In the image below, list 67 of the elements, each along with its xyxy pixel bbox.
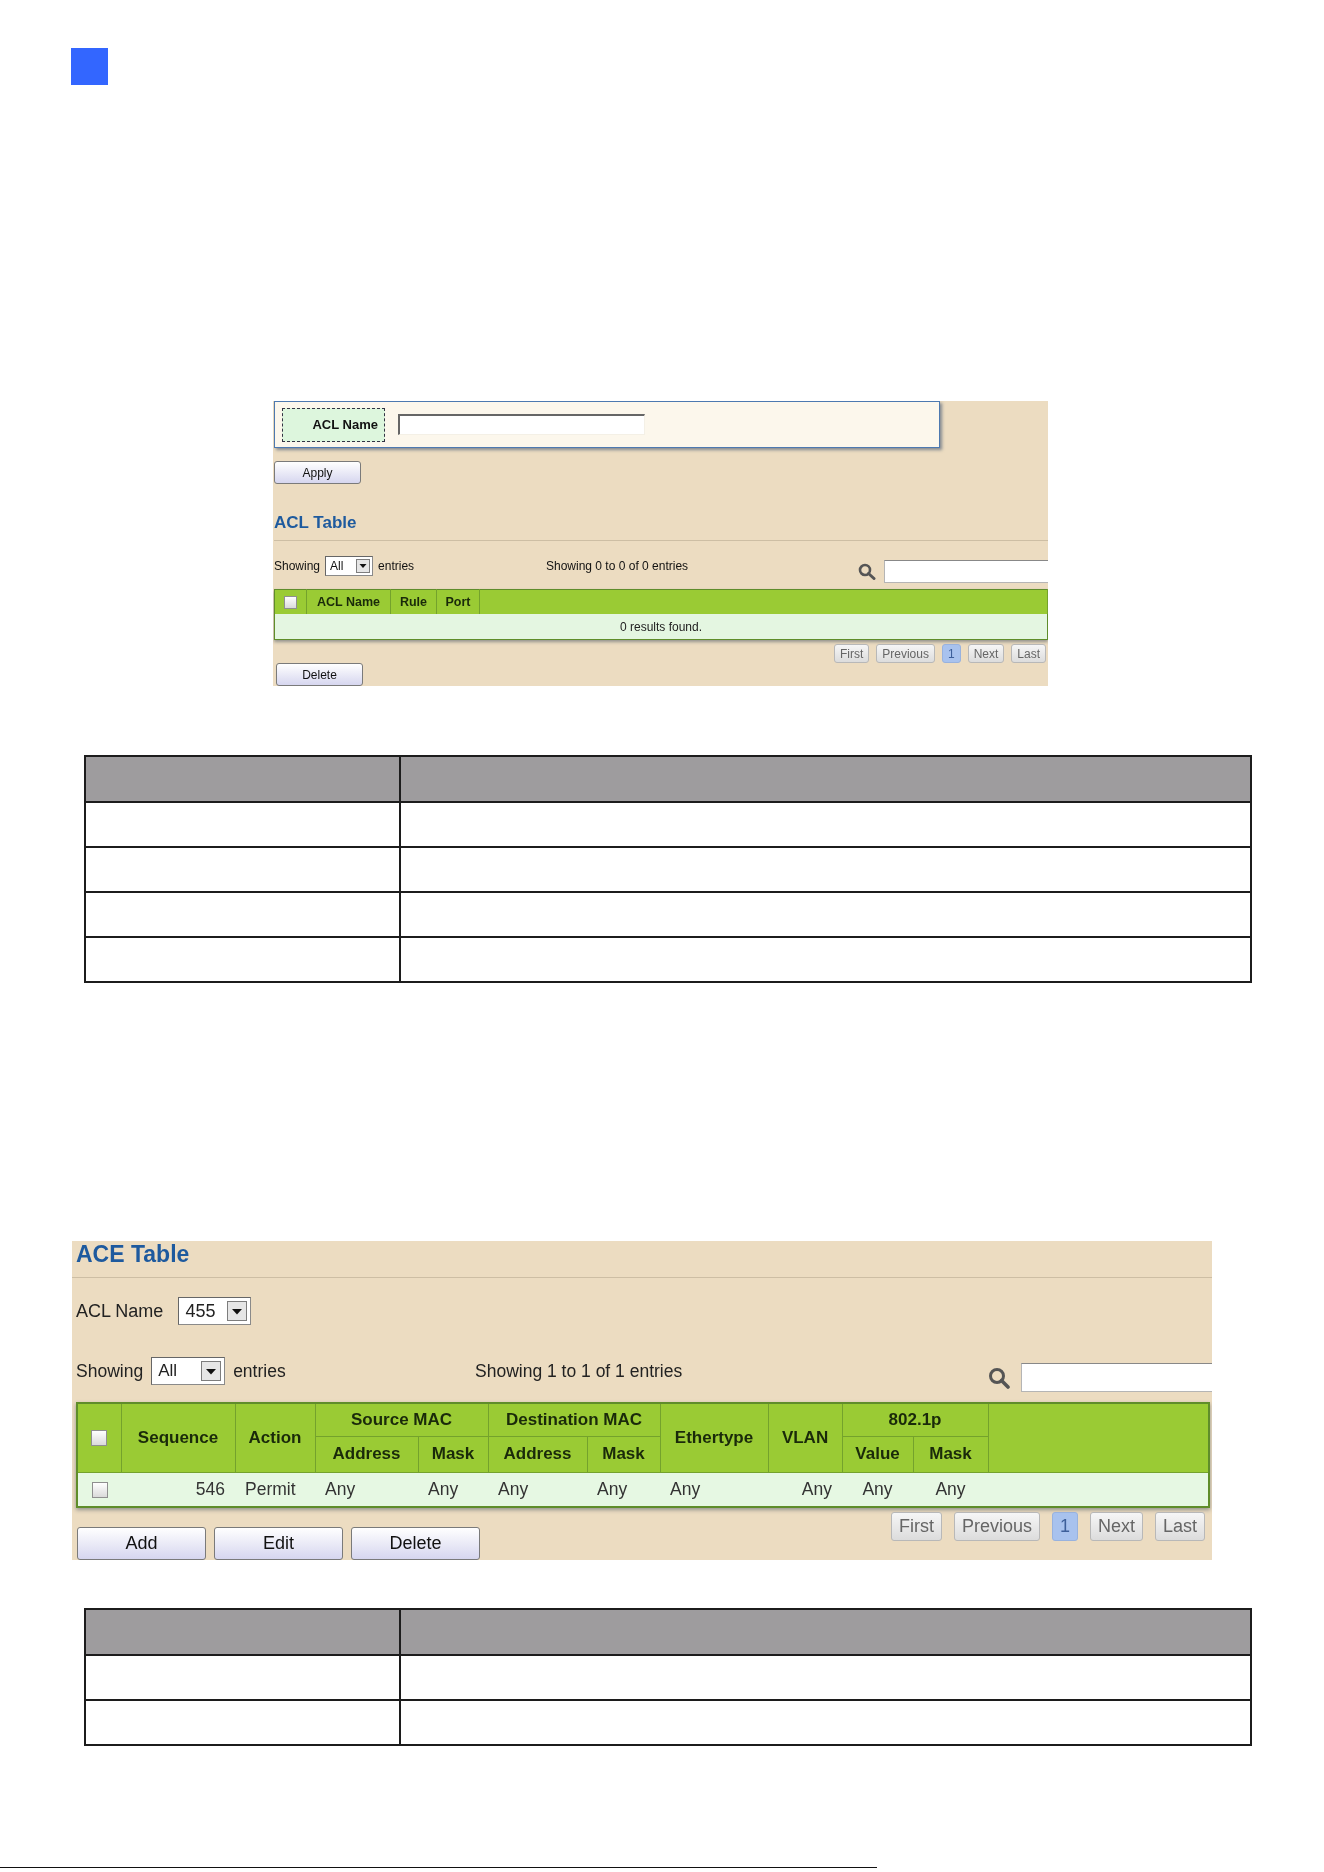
showing-label: Showing — [76, 1360, 144, 1382]
table-cell: Any — [842, 1472, 913, 1507]
acl-name-label: ACL Name — [76, 1300, 164, 1322]
column-header: Port — [436, 589, 480, 614]
page-size-dropdown[interactable]: All — [151, 1357, 226, 1385]
column-header: 802.1p — [842, 1403, 988, 1436]
search-icon — [858, 563, 876, 580]
acl-name-dropdown[interactable]: 455 — [178, 1297, 252, 1325]
column-header: Mask — [913, 1436, 988, 1472]
table-cell: Any — [488, 1472, 587, 1507]
column-header: Value — [842, 1436, 913, 1472]
acl-name-label: ACL Name — [282, 407, 385, 442]
caret-icon — [227, 1301, 248, 1321]
column-header: VLAN — [768, 1403, 842, 1472]
pagination-button[interactable]: Next — [967, 644, 1005, 663]
pagination-button[interactable]: Previous — [953, 1511, 1040, 1541]
search-icon — [988, 1366, 1010, 1389]
apply-button[interactable]: Apply — [274, 461, 361, 484]
column-header: Mask — [418, 1436, 488, 1472]
action-button[interactable]: Edit — [214, 1526, 343, 1560]
checkbox[interactable] — [91, 1430, 108, 1447]
pagination-button[interactable]: First — [833, 644, 870, 663]
pagination-button[interactable]: Last — [1011, 644, 1046, 663]
results-message: 0 results found. — [274, 614, 1048, 640]
column-header: Ethertype — [660, 1403, 768, 1472]
pagination-button[interactable]: 1 — [941, 644, 961, 663]
table-cell: Any — [660, 1472, 768, 1507]
column-header: ACL Name — [306, 589, 391, 614]
pagination-button[interactable]: Previous — [876, 644, 935, 663]
showing-label: Showing — [274, 559, 321, 573]
column-header: Mask — [587, 1436, 660, 1472]
action-button[interactable]: Delete — [351, 1526, 480, 1560]
table-cell: 546 — [121, 1472, 235, 1507]
pagination-button[interactable]: First — [890, 1511, 942, 1541]
action-button[interactable]: Add — [77, 1526, 206, 1560]
checkbox[interactable] — [91, 1481, 108, 1498]
table-cell: Any — [315, 1472, 418, 1507]
page-size-dropdown[interactable]: All — [325, 556, 374, 576]
table-cell: Any — [587, 1472, 660, 1507]
table-cell: Any — [418, 1472, 488, 1507]
column-header: Rule — [390, 589, 437, 614]
entries-label: entries — [233, 1360, 286, 1382]
square-icon — [71, 48, 108, 85]
table-cell: Any — [913, 1472, 988, 1507]
search-field[interactable] — [1021, 1363, 1212, 1392]
section-title: ACL Table — [274, 513, 358, 533]
acl-name-input[interactable] — [398, 414, 645, 435]
column-header: Sequence — [121, 1403, 235, 1472]
table-cell: Permit — [235, 1472, 315, 1507]
search-field[interactable] — [884, 560, 1048, 583]
pagination-button[interactable]: Next — [1089, 1511, 1143, 1541]
checkbox[interactable] — [284, 596, 297, 610]
entries-summary: Showing 0 to 0 of 0 entries — [546, 558, 690, 575]
caret-icon — [356, 559, 371, 573]
column-header: Destination MAC — [488, 1403, 660, 1436]
delete-button[interactable]: Delete — [276, 663, 363, 686]
column-header: Action — [235, 1403, 315, 1472]
table-cell: Any — [768, 1472, 842, 1507]
section-title: ACE Table — [76, 1241, 191, 1268]
pagination-button[interactable]: Last — [1154, 1511, 1205, 1541]
entries-label: entries — [378, 559, 415, 573]
column-header: Address — [315, 1436, 418, 1472]
column-header: Source MAC — [315, 1403, 488, 1436]
pagination-button[interactable]: 1 — [1051, 1511, 1078, 1541]
entries-summary: Showing 1 to 1 of 1 entries — [475, 1360, 684, 1383]
caret-icon — [201, 1361, 222, 1381]
column-header: Address — [488, 1436, 587, 1472]
